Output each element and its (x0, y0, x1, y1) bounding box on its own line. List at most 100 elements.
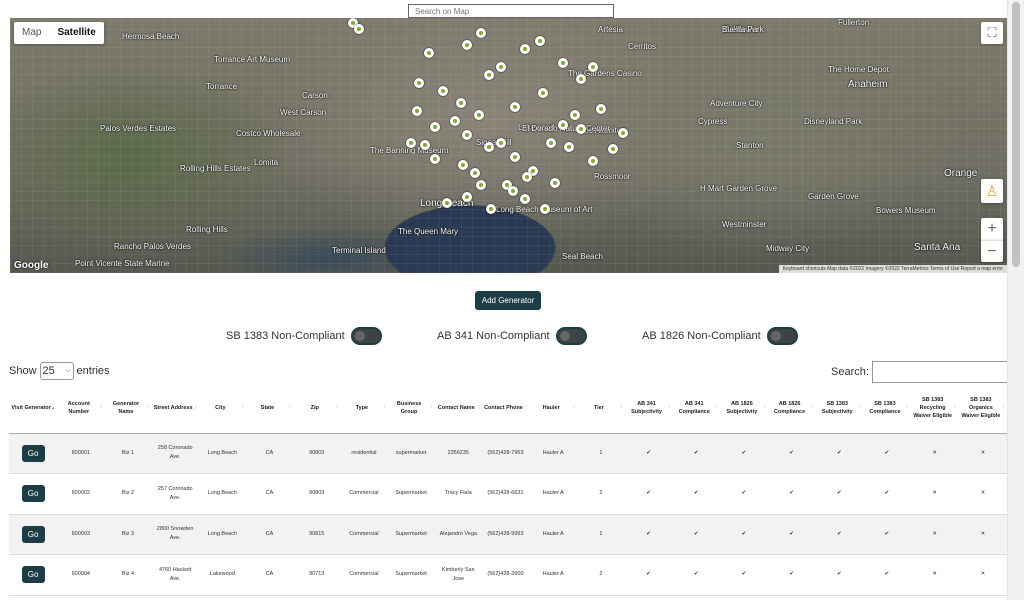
generator-map-pin[interactable] (476, 180, 486, 190)
generator-map-pin[interactable] (558, 120, 568, 130)
generator-map-pin[interactable] (462, 40, 472, 50)
column-header[interactable]: Account Number (57, 384, 105, 434)
generator-map-pin[interactable] (462, 130, 472, 140)
column-header[interactable]: Business Group (387, 384, 435, 434)
column-header[interactable]: SB 1383 Subjectivity (815, 384, 864, 434)
generator-map-pin[interactable] (484, 70, 494, 80)
generator-map-pin[interactable] (576, 74, 586, 84)
generator-map-pin[interactable] (486, 204, 496, 214)
go-button[interactable]: Go (21, 566, 45, 584)
column-header[interactable]: AB 1826 Compliance (768, 384, 816, 434)
fullscreen-icon[interactable]: ⛶ (981, 22, 1003, 44)
generator-map-pin[interactable] (458, 160, 468, 170)
cell-sbow: ✕ (958, 514, 1007, 555)
cell-ab1826c: ✔ (768, 514, 816, 555)
generator-map-pin[interactable] (520, 44, 530, 54)
cell-sb1383c: ✔ (863, 433, 911, 474)
column-header[interactable]: Contact Name (434, 384, 482, 434)
generator-map-pin[interactable] (538, 88, 548, 98)
add-generator-button[interactable]: Add Generator (475, 291, 541, 310)
ab1826-noncompliant-switch[interactable] (766, 327, 798, 345)
generator-map-pin[interactable] (588, 62, 598, 72)
generator-map-pin[interactable] (540, 204, 550, 214)
go-button[interactable]: Go (21, 525, 45, 543)
column-header[interactable]: City (198, 384, 246, 434)
map-type-map-button[interactable]: Map (14, 22, 49, 44)
column-header[interactable]: State (245, 384, 294, 434)
generator-map-pin[interactable] (522, 172, 532, 182)
map-type-satellite-button[interactable]: Satellite (49, 22, 103, 44)
page-scrollbar[interactable] (1007, 0, 1024, 600)
column-header[interactable]: SB 1383 Compliance (863, 384, 911, 434)
generator-map-pin[interactable] (406, 138, 416, 148)
column-header[interactable]: Hauler (529, 384, 578, 434)
generator-map-pin[interactable] (430, 154, 440, 164)
generator-map-pin[interactable] (462, 192, 472, 202)
generator-map-pin[interactable] (570, 110, 580, 120)
generator-map-pin[interactable] (588, 156, 598, 166)
generator-map-pin[interactable] (520, 194, 530, 204)
generator-map-pin[interactable] (474, 110, 484, 120)
generator-map-pin[interactable] (420, 140, 430, 150)
cell-group: Supermarket (387, 554, 435, 596)
column-header[interactable]: AB 1826 Subjectivity (719, 384, 768, 434)
column-header[interactable]: AB 341 Subjectivity (624, 384, 673, 434)
entries-select[interactable]: 25 ⌵ (39, 362, 74, 380)
column-header[interactable]: Tier (577, 384, 625, 434)
page: Map Satellite ⛶ ♙ + − Google Keyboard sh… (0, 0, 1024, 600)
column-header[interactable]: Generator Name (104, 384, 152, 434)
cell-state: CA (245, 433, 294, 474)
column-header[interactable]: SB 1383 Organics Waiver Eligible (958, 384, 1007, 434)
cell-ab1826c: ✔ (768, 554, 816, 596)
generator-map-pin[interactable] (476, 28, 486, 38)
zoom-in-button[interactable]: + (981, 218, 1003, 240)
generator-map-pin[interactable] (450, 116, 460, 126)
table-search-input[interactable] (871, 361, 1010, 383)
generator-map-pin[interactable] (576, 124, 586, 134)
generator-map-pin[interactable] (354, 24, 364, 34)
map-search-input[interactable] (408, 4, 614, 18)
generator-map-pin[interactable] (510, 152, 520, 162)
generator-map-pin[interactable] (596, 104, 606, 114)
generator-map-pin[interactable] (484, 142, 494, 152)
cell-state: CA (245, 473, 294, 515)
generator-map-pin[interactable] (550, 178, 560, 188)
generator-map-pin[interactable] (442, 198, 452, 208)
generator-map-pin[interactable] (535, 36, 545, 46)
ab341-noncompliant-switch[interactable] (555, 327, 587, 345)
column-header[interactable]: AB 341 Compliance (672, 384, 720, 434)
generator-map-pin[interactable] (414, 78, 424, 88)
column-header[interactable]: Visit Generator (9, 384, 58, 434)
generator-map-pin[interactable] (508, 186, 518, 196)
generator-map-pin[interactable] (424, 48, 434, 58)
map-place-label: Artesia (598, 25, 623, 34)
generator-map-pin[interactable] (430, 122, 440, 132)
go-button[interactable]: Go (21, 444, 45, 462)
zoom-out-button[interactable]: − (981, 240, 1003, 262)
generator-map-pin[interactable] (618, 128, 628, 138)
generator-map-pin[interactable] (496, 138, 506, 148)
column-header[interactable]: Type (340, 384, 388, 434)
generator-map-pin[interactable] (438, 86, 448, 96)
column-header[interactable]: Contact Phone (481, 384, 530, 434)
generator-map-pin[interactable] (456, 98, 466, 108)
cell-hauler: Hauler A (529, 473, 578, 515)
pegman-icon[interactable]: ♙ (981, 179, 1003, 203)
go-button[interactable]: Go (21, 485, 45, 503)
generator-map-pin[interactable] (510, 102, 520, 112)
column-header[interactable]: Zip (293, 384, 341, 434)
generator-map-pin[interactable] (608, 144, 618, 154)
sb1383-noncompliant-switch[interactable] (350, 327, 382, 345)
cell-sb1383s: ✔ (815, 554, 864, 596)
generator-map-pin[interactable] (546, 138, 556, 148)
generator-map-pin[interactable] (496, 62, 506, 72)
cell-account: 600001 (57, 433, 105, 474)
column-header[interactable]: SB 1383 Recycling Waiver Eligible (910, 384, 959, 434)
page-scrollbar-thumb[interactable] (1012, 2, 1020, 267)
satellite-map[interactable]: Map Satellite ⛶ ♙ + − Google Keyboard sh… (10, 18, 1007, 273)
column-header[interactable]: Street Address (151, 384, 199, 434)
generator-map-pin[interactable] (564, 142, 574, 152)
generator-map-pin[interactable] (470, 168, 480, 178)
generator-map-pin[interactable] (558, 58, 568, 68)
generator-map-pin[interactable] (412, 106, 422, 116)
